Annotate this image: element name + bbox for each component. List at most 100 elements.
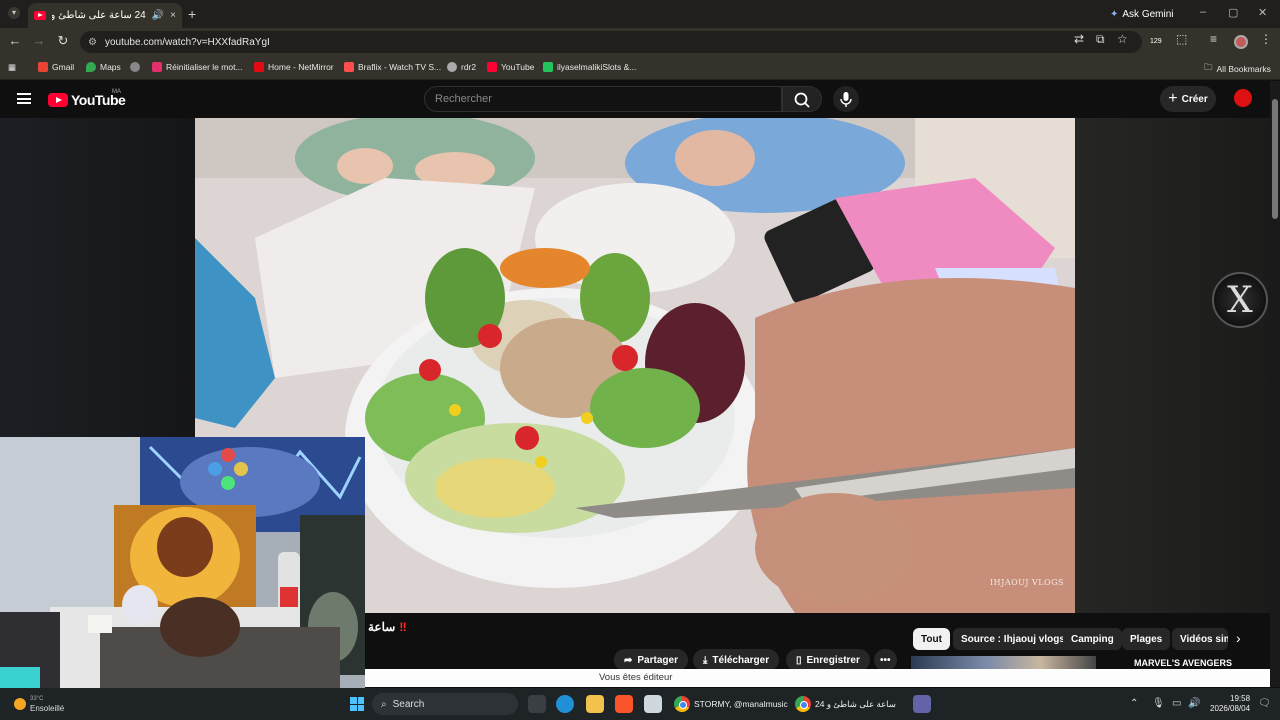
reload-button[interactable]: ↻ [54,33,72,49]
bookmarks-bar: ▦ Gmail Maps Réinitialiser le mot... Hom… [0,56,1280,80]
bookmark-rdr2[interactable]: rdr2 [447,62,476,72]
microphone-icon [840,92,852,107]
chrome-icon [795,696,811,712]
editor-notice-bar: Vous êtes éditeur [365,669,1270,687]
braflix-icon [344,62,354,72]
bookmark-youtube[interactable]: YouTube [487,62,534,72]
windows-taskbar: 33°C Ensoleillé ⌕ Search STORMY, @manalm… [0,688,1280,720]
translate-icon[interactable]: ⇄ [1074,32,1084,46]
create-label: Créer [1181,93,1208,105]
extension-badge[interactable]: 129 [1150,38,1162,45]
hamburger-menu-icon[interactable] [17,93,31,104]
chip-source[interactable]: Source : Ihjaouj vlogs [953,628,1073,650]
new-tab-button[interactable]: + [188,6,196,22]
folder-icon: 🗀 [1204,62,1213,72]
tray-overflow-icon[interactable]: ⌃ [1130,698,1138,709]
minimize-button[interactable]: – [1200,6,1206,18]
clock-time: 19:58 [1230,694,1251,703]
weather-text: Ensoleillé [30,704,65,713]
webcam-image [0,437,365,698]
rdr2-icon [447,62,457,72]
bookmark-label: Braflix - Watch TV S... [358,62,442,72]
bookmark-slots[interactable]: ilyaselmalikiSlots &... [543,62,636,72]
back-button[interactable]: ← [6,33,24,48]
volume-icon[interactable]: 🔊 [1188,698,1200,709]
file-explorer-icon[interactable] [586,695,604,713]
start-button[interactable] [350,697,364,711]
taskbar-app-label: STORMY, @manalmusic [694,699,788,709]
kick-icon [543,62,553,72]
suggested-video-thumbnail[interactable]: 4K [911,656,1096,670]
install-app-icon[interactable]: ⧉ [1096,32,1105,47]
youtube-favicon-icon [34,11,46,20]
instagram-icon [152,62,162,72]
chip-all[interactable]: Tout [913,628,950,650]
bookmark-label: Gmail [52,62,75,72]
youtube-logo[interactable]: YouTube MA [48,89,126,108]
tab-close-icon[interactable]: × [170,10,176,21]
scrollbar-thumb[interactable] [1272,99,1278,219]
taskbar-search-label: Search [392,698,425,710]
teams-icon[interactable] [913,695,931,713]
tab-search-icon[interactable]: ▾ [8,7,20,19]
gemini-sparkle-icon: ✦ [1110,8,1119,20]
taskbar-app-chrome-1[interactable]: STORMY, @manalmusic [674,693,788,715]
bookmark-globe[interactable] [130,62,140,72]
download-button[interactable]: ⤓ Télécharger [693,649,780,671]
webcam-overlay [0,437,365,698]
chip-beaches[interactable]: Plages [1122,628,1171,650]
download-label: Télécharger [712,654,770,666]
menu-icon[interactable]: ⋮ [1260,32,1272,46]
chrome-icon [674,696,690,712]
channel-avatar[interactable] [1234,89,1252,107]
voice-search-button[interactable] [833,86,859,112]
share-button[interactable]: ➦ Partager [614,649,688,671]
chip-camping[interactable]: Camping [1063,628,1122,650]
bookmark-icon: ▯ [796,654,802,666]
maximize-button[interactable]: ▢ [1228,6,1238,19]
bookmark-star-icon[interactable]: ☆ [1117,32,1128,46]
task-view-icon[interactable] [528,695,546,713]
address-bar[interactable]: ⚙ youtube.com/watch?v=HXXfadRaYgI [80,31,1142,53]
chevron-right-icon[interactable]: › [1236,630,1241,646]
notification-icon[interactable]: 🗨 [1258,698,1271,709]
bookmark-gmail[interactable]: Gmail [38,62,74,72]
page-scrollbar[interactable] [1270,81,1280,687]
store-icon[interactable] [644,695,662,713]
bookmark-braflix[interactable]: Braflix - Watch TV S... [344,62,441,72]
system-clock[interactable]: 19:58 2026/08/04 [1210,694,1250,714]
youtube-icon [487,62,497,72]
media-controls-icon[interactable]: ≡ [1210,32,1217,46]
all-bookmarks-button[interactable]: 🗀 All Bookmarks [1204,62,1271,76]
speaker-icon[interactable]: 🔊 [152,10,164,21]
search-button[interactable] [782,86,822,112]
browser-toolbar: ← → ↻ ⚙ youtube.com/watch?v=HXXfadRaYgI … [0,28,1280,56]
bookmark-label: rdr2 [461,62,477,72]
brave-icon[interactable] [615,695,633,713]
country-code: MA [112,89,121,95]
create-button[interactable]: + Créer [1160,86,1216,112]
bookmark-netmirror[interactable]: Home - NetMirror [254,62,334,72]
extensions-icon[interactable]: ⬚ [1176,32,1187,46]
window-close-button[interactable]: ✕ [1258,6,1267,19]
edge-icon[interactable] [556,695,574,713]
chip-similar-videos[interactable]: Vidéos sim [1172,628,1228,650]
taskbar-app-chrome-2[interactable]: 24 ساعة على شاطئ و [795,693,896,715]
site-info-icon[interactable]: ⚙ [88,37,97,48]
bookmark-instagram[interactable]: Réinitialiser le mot... [152,62,243,72]
suggested-video-title[interactable]: MARVEL'S AVENGERS [1134,658,1232,668]
weather-widget[interactable]: 33°C Ensoleillé [14,695,64,713]
apps-grid-icon[interactable]: ▦ [8,62,16,73]
ask-gemini-button[interactable]: ✦ Ask Gemini [1104,5,1180,23]
profile-avatar[interactable] [1234,35,1248,49]
taskbar-search-box[interactable]: ⌕ Search [372,693,518,715]
microphone-tray-icon[interactable]: 🎙 [1152,698,1165,709]
network-icon[interactable]: ▭ [1172,698,1181,709]
download-icon: ⤓ [703,654,708,666]
bookmark-maps[interactable]: Maps [86,62,121,72]
forward-button[interactable]: → [30,33,48,48]
more-actions-button[interactable]: ••• [874,649,897,671]
browser-tab-active[interactable]: 24 ساعة على شاطئ واد 🔊 × [28,3,182,28]
search-input[interactable]: Rechercher [424,86,782,112]
save-button[interactable]: ▯ Enregistrer [786,649,870,671]
